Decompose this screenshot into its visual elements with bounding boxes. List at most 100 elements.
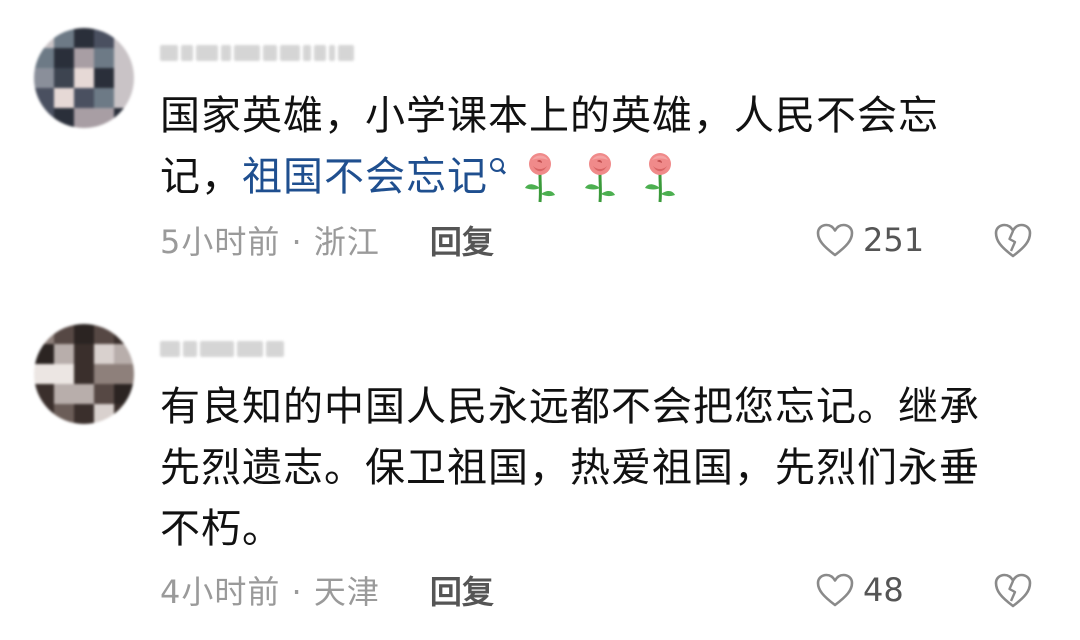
username-blurred[interactable] [160,334,284,364]
avatar-pixel [74,364,94,384]
avatar-pixel [94,384,114,404]
avatar-pixel [54,364,74,384]
avatar-pixel [114,344,134,364]
avatar-pixel [94,28,114,48]
avatar-pixel [114,324,134,344]
separator-dot: · [291,223,303,261]
broken-heart-icon[interactable] [993,570,1033,610]
avatar-pixel [54,88,74,108]
comment-time: 5小时前 [160,223,281,261]
avatar-pixel [114,48,134,68]
redacted-block [221,45,231,61]
avatar-pixel [74,28,94,48]
avatar-pixel [94,404,114,424]
comment-text-line: 国家英雄，小学课本上的英雄，人民不会忘 [160,93,939,139]
avatar-pixel [114,108,134,128]
comment-item: 有良知的中国人民永远都不会把您忘记。继承 先烈遗志。保卫祖国，热爱祖国，先烈们永垂… [0,300,1080,640]
broken-heart-icon[interactable] [993,220,1033,260]
comment-time: 4小时前 [160,573,281,611]
avatar-pixel [74,108,94,128]
avatar-pixel [114,364,134,384]
like-count: 48 [863,571,904,609]
avatar-pixel [74,88,94,108]
reply-button[interactable]: 回复 [430,217,494,263]
avatar-pixel [114,384,134,404]
avatar-pixel [74,384,94,404]
redacted-block [263,45,277,61]
avatar-pixel [114,28,134,48]
avatar-pixel [34,108,54,128]
comment-location: 天津 [313,573,380,611]
redacted-block [181,45,193,61]
like-button[interactable]: 251 [815,218,924,262]
avatar-pixel [94,364,114,384]
avatar-pixel [34,344,54,364]
comment-text: 有良知的中国人民永远都不会把您忘记。继承 先烈遗志。保卫祖国，热爱祖国，先烈们永垂… [160,377,1040,560]
avatar-pixel [54,28,74,48]
comment-text-line: 不朽。 [160,506,283,552]
avatar-pixel [74,404,94,424]
comment-text-line: 先烈遗志。保卫祖国，热爱祖国，先烈们永垂 [160,445,980,491]
redacted-block [237,341,263,357]
redacted-block [329,45,335,61]
avatar-pixel [54,384,74,404]
avatar-pixel [34,88,54,108]
redacted-block [266,341,284,357]
username-blurred[interactable] [160,38,354,68]
avatar-pixel [94,324,114,344]
avatar-pixel [94,48,114,68]
redacted-block [160,341,180,357]
like-button[interactable]: 48 [815,568,904,612]
avatar-pixel [54,108,74,128]
redacted-block [183,341,197,357]
hashtag-link[interactable]: 祖国不会忘记 [242,154,488,200]
avatar-pixel [34,384,54,404]
comment-meta-row: 4小时前 · 天津 回复 48 [160,568,1040,612]
avatar-pixel [94,88,114,108]
redacted-block [303,45,311,61]
rose-icon [645,153,675,203]
rose-emoji-group [518,153,698,203]
redacted-block [196,45,218,61]
avatar-pixel [114,68,134,88]
rose-icon [585,153,615,203]
avatar-pixel [94,68,114,88]
rose-icon [525,153,555,203]
comment-text-line: 记， [160,154,242,200]
comment-item: 国家英雄，小学课本上的英雄，人民不会忘 记，祖国不会忘记 5小时前 · 浙江 回复… [0,0,1080,300]
redacted-block [280,45,300,61]
reply-button[interactable]: 回复 [430,567,494,613]
avatar-pixel [34,404,54,424]
avatar-pixel [114,88,134,108]
avatar[interactable] [34,324,134,424]
avatar-pixel [54,324,74,344]
time-location: 5小时前 · 浙江 [160,217,380,263]
avatar-pixel [94,108,114,128]
avatar-pixel [34,48,54,68]
redacted-block [234,45,260,61]
avatar-pixel [34,364,54,384]
heart-outline-icon [816,223,854,257]
avatar-pixel [34,68,54,88]
separator-dot: · [291,573,303,611]
avatar-pixel [74,344,94,364]
avatar-pixel [114,404,134,424]
avatar-pixel [34,324,54,344]
avatar-pixel [34,28,54,48]
redacted-block [200,341,234,357]
avatar-pixel [54,344,74,364]
comment-meta-row: 5小时前 · 浙江 回复 251 [160,218,1040,262]
avatar-pixel [54,48,74,68]
avatar-pixel [94,344,114,364]
redacted-block [338,45,354,61]
redacted-block [160,45,178,61]
avatar-pixel [54,68,74,88]
avatar-pixel [54,404,74,424]
time-location: 4小时前 · 天津 [160,567,380,613]
avatar-pixel [74,68,94,88]
avatar[interactable] [34,28,134,128]
comment-location: 浙江 [313,223,380,261]
like-count: 251 [863,221,925,259]
avatar-pixel [74,48,94,68]
comment-text: 国家英雄，小学课本上的英雄，人民不会忘 记，祖国不会忘记 [160,86,1040,208]
